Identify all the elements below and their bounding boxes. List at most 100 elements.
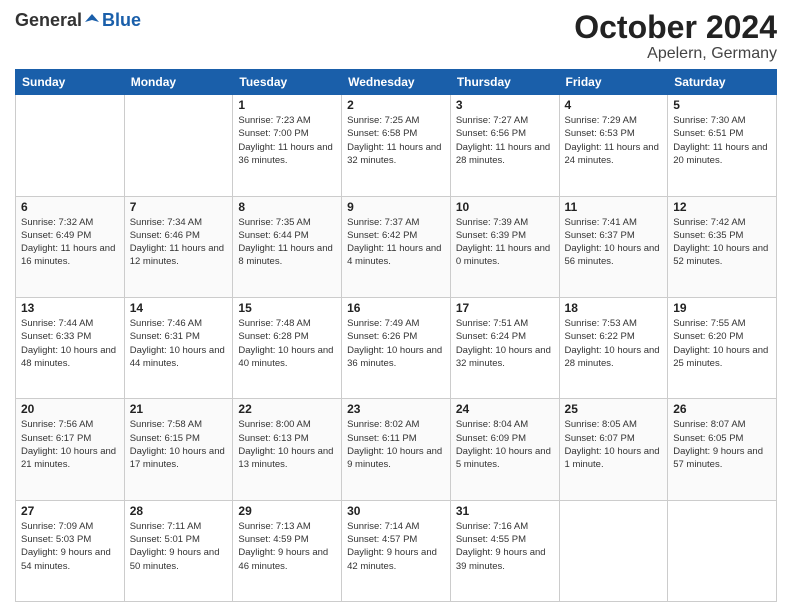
- day-number: 15: [238, 301, 336, 315]
- cell-w3-d0: 13 Sunrise: 7:44 AM Sunset: 6:33 PM Dayli…: [16, 297, 125, 398]
- day-number: 10: [456, 200, 554, 214]
- day-info: Sunrise: 7:16 AM Sunset: 4:55 PM Dayligh…: [456, 520, 554, 573]
- cell-w4-d2: 22 Sunrise: 8:00 AM Sunset: 6:13 PM Dayli…: [233, 399, 342, 500]
- day-number: 19: [673, 301, 771, 315]
- day-info: Sunrise: 7:13 AM Sunset: 4:59 PM Dayligh…: [238, 520, 336, 573]
- cell-w3-d3: 16Sunrise: 7:49 AM Sunset: 6:26 PM Dayli…: [342, 297, 451, 398]
- cell-w2-d1: 7 Sunrise: 7:34 AM Sunset: 6:46 PM Daylig…: [124, 196, 233, 297]
- day-info: Sunrise: 7:37 AM Sunset: 6:42 PM Dayligh…: [347, 216, 445, 269]
- day-number: 12: [673, 200, 771, 214]
- cell-w2-d5: 11 Sunrise: 7:41 AM Sunset: 6:37 PM Dayli…: [559, 196, 668, 297]
- day-number: 29: [238, 504, 336, 518]
- day-number: 4: [565, 98, 663, 112]
- day-info: Sunrise: 7:34 AM Sunset: 6:46 PM Dayligh…: [130, 216, 228, 269]
- cell-w2-d3: 9 Sunrise: 7:37 AM Sunset: 6:42 PM Daylig…: [342, 196, 451, 297]
- day-info: Sunrise: 7:32 AM Sunset: 6:49 PM Dayligh…: [21, 216, 119, 269]
- logo-blue-text: Blue: [102, 10, 141, 31]
- day-info: Sunrise: 7:56 AM Sunset: 6:17 PM Dayligh…: [21, 418, 119, 471]
- title-block: October 2024 Apelern, Germany: [574, 10, 777, 63]
- cell-w4-d3: 23 Sunrise: 8:02 AM Sunset: 6:11 PM Dayli…: [342, 399, 451, 500]
- logo: General Blue: [15, 10, 141, 31]
- day-number: 1: [238, 98, 336, 112]
- cell-w5-d4: 31 Sunrise: 7:16 AM Sunset: 4:55 PM Dayli…: [450, 500, 559, 601]
- cell-w1-d6: 5 Sunrise: 7:30 AM Sunset: 6:51 PM Daylig…: [668, 95, 777, 196]
- day-number: 17: [456, 301, 554, 315]
- day-info: Sunrise: 8:00 AM Sunset: 6:13 PM Dayligh…: [238, 418, 336, 471]
- cell-w5-d3: 30Sunrise: 7:14 AM Sunset: 4:57 PM Dayli…: [342, 500, 451, 601]
- day-info: Sunrise: 7:55 AM Sunset: 6:20 PM Dayligh…: [673, 317, 771, 370]
- cell-w2-d0: 6 Sunrise: 7:32 AM Sunset: 6:49 PM Daylig…: [16, 196, 125, 297]
- cell-w5-d0: 27 Sunrise: 7:09 AM Sunset: 5:03 PM Dayli…: [16, 500, 125, 601]
- col-tuesday: Tuesday: [233, 70, 342, 95]
- cell-w3-d1: 14 Sunrise: 7:46 AM Sunset: 6:31 PM Dayli…: [124, 297, 233, 398]
- day-number: 25: [565, 402, 663, 416]
- cell-w5-d6: [668, 500, 777, 601]
- week-row-1: 1Sunrise: 7:23 AM Sunset: 7:00 PM Daylig…: [16, 95, 777, 196]
- day-number: 8: [238, 200, 336, 214]
- day-number: 26: [673, 402, 771, 416]
- day-info: Sunrise: 8:02 AM Sunset: 6:11 PM Dayligh…: [347, 418, 445, 471]
- header-row: Sunday Monday Tuesday Wednesday Thursday…: [16, 70, 777, 95]
- day-info: Sunrise: 7:39 AM Sunset: 6:39 PM Dayligh…: [456, 216, 554, 269]
- col-saturday: Saturday: [668, 70, 777, 95]
- day-info: Sunrise: 7:44 AM Sunset: 6:33 PM Dayligh…: [21, 317, 119, 370]
- col-thursday: Thursday: [450, 70, 559, 95]
- cell-w3-d4: 17Sunrise: 7:51 AM Sunset: 6:24 PM Dayli…: [450, 297, 559, 398]
- logo-bird-icon: [83, 12, 101, 30]
- day-info: Sunrise: 7:27 AM Sunset: 6:56 PM Dayligh…: [456, 114, 554, 167]
- calendar-subtitle: Apelern, Germany: [574, 45, 777, 63]
- cell-w3-d5: 18 Sunrise: 7:53 AM Sunset: 6:22 PM Dayli…: [559, 297, 668, 398]
- day-info: Sunrise: 7:58 AM Sunset: 6:15 PM Dayligh…: [130, 418, 228, 471]
- day-number: 23: [347, 402, 445, 416]
- day-number: 2: [347, 98, 445, 112]
- day-info: Sunrise: 7:42 AM Sunset: 6:35 PM Dayligh…: [673, 216, 771, 269]
- day-info: Sunrise: 7:25 AM Sunset: 6:58 PM Dayligh…: [347, 114, 445, 167]
- cell-w1-d5: 4Sunrise: 7:29 AM Sunset: 6:53 PM Daylig…: [559, 95, 668, 196]
- day-info: Sunrise: 8:05 AM Sunset: 6:07 PM Dayligh…: [565, 418, 663, 471]
- day-number: 16: [347, 301, 445, 315]
- day-number: 18: [565, 301, 663, 315]
- cell-w1-d3: 2 Sunrise: 7:25 AM Sunset: 6:58 PM Daylig…: [342, 95, 451, 196]
- day-number: 9: [347, 200, 445, 214]
- cell-w4-d6: 26Sunrise: 8:07 AM Sunset: 6:05 PM Dayli…: [668, 399, 777, 500]
- page: General Blue October 2024 Apelern, Germa…: [0, 0, 792, 612]
- day-info: Sunrise: 7:48 AM Sunset: 6:28 PM Dayligh…: [238, 317, 336, 370]
- day-number: 5: [673, 98, 771, 112]
- day-number: 24: [456, 402, 554, 416]
- cell-w5-d1: 28Sunrise: 7:11 AM Sunset: 5:01 PM Dayli…: [124, 500, 233, 601]
- day-info: Sunrise: 8:04 AM Sunset: 6:09 PM Dayligh…: [456, 418, 554, 471]
- cell-w2-d2: 8Sunrise: 7:35 AM Sunset: 6:44 PM Daylig…: [233, 196, 342, 297]
- day-number: 27: [21, 504, 119, 518]
- day-number: 13: [21, 301, 119, 315]
- day-number: 21: [130, 402, 228, 416]
- col-friday: Friday: [559, 70, 668, 95]
- cell-w1-d0: [16, 95, 125, 196]
- cell-w4-d0: 20 Sunrise: 7:56 AM Sunset: 6:17 PM Dayli…: [16, 399, 125, 500]
- day-number: 11: [565, 200, 663, 214]
- day-number: 14: [130, 301, 228, 315]
- cell-w4-d4: 24 Sunrise: 8:04 AM Sunset: 6:09 PM Dayli…: [450, 399, 559, 500]
- cell-w3-d2: 15 Sunrise: 7:48 AM Sunset: 6:28 PM Dayli…: [233, 297, 342, 398]
- week-row-3: 13 Sunrise: 7:44 AM Sunset: 6:33 PM Dayli…: [16, 297, 777, 398]
- calendar-table: Sunday Monday Tuesday Wednesday Thursday…: [15, 69, 777, 602]
- day-info: Sunrise: 7:46 AM Sunset: 6:31 PM Dayligh…: [130, 317, 228, 370]
- day-info: Sunrise: 7:30 AM Sunset: 6:51 PM Dayligh…: [673, 114, 771, 167]
- col-monday: Monday: [124, 70, 233, 95]
- day-number: 31: [456, 504, 554, 518]
- day-info: Sunrise: 7:09 AM Sunset: 5:03 PM Dayligh…: [21, 520, 119, 573]
- day-number: 7: [130, 200, 228, 214]
- day-number: 6: [21, 200, 119, 214]
- day-number: 28: [130, 504, 228, 518]
- day-number: 30: [347, 504, 445, 518]
- cell-w2-d4: 10 Sunrise: 7:39 AM Sunset: 6:39 PM Dayli…: [450, 196, 559, 297]
- day-number: 22: [238, 402, 336, 416]
- day-number: 20: [21, 402, 119, 416]
- cell-w2-d6: 12 Sunrise: 7:42 AM Sunset: 6:35 PM Dayli…: [668, 196, 777, 297]
- col-sunday: Sunday: [16, 70, 125, 95]
- week-row-5: 27 Sunrise: 7:09 AM Sunset: 5:03 PM Dayli…: [16, 500, 777, 601]
- day-info: Sunrise: 7:41 AM Sunset: 6:37 PM Dayligh…: [565, 216, 663, 269]
- cell-w5-d2: 29 Sunrise: 7:13 AM Sunset: 4:59 PM Dayli…: [233, 500, 342, 601]
- col-wednesday: Wednesday: [342, 70, 451, 95]
- header: General Blue October 2024 Apelern, Germa…: [15, 10, 777, 63]
- day-info: Sunrise: 7:53 AM Sunset: 6:22 PM Dayligh…: [565, 317, 663, 370]
